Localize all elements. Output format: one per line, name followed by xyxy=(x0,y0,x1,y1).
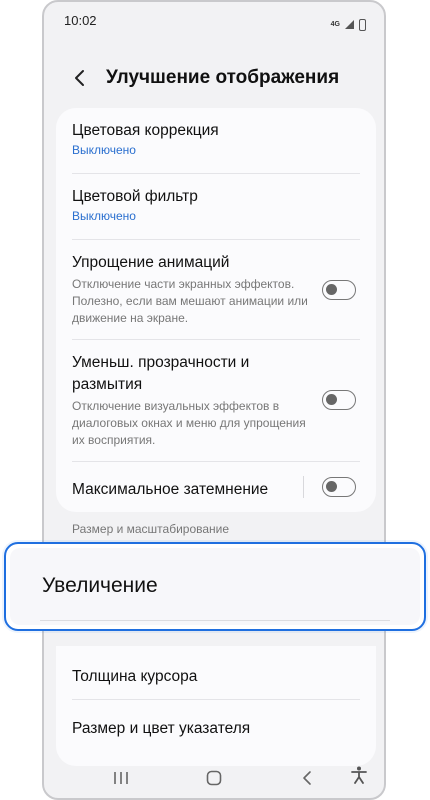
divider xyxy=(40,620,390,621)
item-status: Выключено xyxy=(72,143,136,157)
status-icons: 4G xyxy=(331,13,366,36)
item-title: Цветовая коррекция xyxy=(72,122,219,139)
navigation-bar xyxy=(44,758,384,798)
cursor-thickness-item[interactable]: Толщина курсора xyxy=(56,646,376,700)
extra-dim-toggle[interactable] xyxy=(322,477,356,497)
magnification-label: Увеличение xyxy=(42,574,158,597)
battery-icon xyxy=(359,18,366,31)
color-correction-item[interactable]: Цветовая коррекция Выключено xyxy=(56,108,376,174)
section-header: Размер и масштабирование xyxy=(72,522,230,536)
item-description: Отключение визуальных эффектов в диалого… xyxy=(72,399,306,447)
magnification-item-highlight[interactable]: Увеличение xyxy=(4,542,426,631)
recents-icon[interactable] xyxy=(106,763,136,793)
status-bar: 10:02 4G xyxy=(44,2,384,36)
signal-icon xyxy=(345,20,354,29)
reduce-transparency-toggle[interactable] xyxy=(322,390,356,410)
page-header: Улучшение отображения xyxy=(44,60,384,96)
item-title: Цветовой фильтр xyxy=(72,188,198,205)
home-icon[interactable] xyxy=(199,763,229,793)
item-title: Максимальное затемнение xyxy=(72,481,269,498)
extra-dim-item[interactable]: Максимальное затемнение xyxy=(56,462,376,512)
size-zoom-card: Толщина курсора Размер и цвет указателя xyxy=(56,646,376,766)
accessibility-icon[interactable] xyxy=(344,760,374,790)
reduce-transparency-item[interactable]: Уменьш. прозрачности и размытия Отключен… xyxy=(56,340,376,462)
nav-back-icon[interactable] xyxy=(292,763,322,793)
settings-card: Цветовая коррекция Выключено Цветовой фи… xyxy=(56,108,376,512)
phone-frame: 10:02 4G Улучшение отображения Цветовая … xyxy=(42,0,386,800)
reduce-animations-toggle[interactable] xyxy=(322,280,356,300)
color-filter-item[interactable]: Цветовой фильтр Выключено xyxy=(56,174,376,240)
status-time: 10:02 xyxy=(64,13,97,28)
item-status: Выключено xyxy=(72,209,136,223)
item-description: Отключение части экранных эффектов. Поле… xyxy=(72,277,308,325)
page-title: Улучшение отображения xyxy=(106,67,340,88)
item-title: Толщина курсора xyxy=(72,668,198,685)
item-title: Размер и цвет указателя xyxy=(72,720,251,737)
network-type: 4G xyxy=(330,21,340,28)
reduce-animations-item[interactable]: Упрощение анимаций Отключение части экра… xyxy=(56,240,376,340)
chevron-left-icon[interactable] xyxy=(66,64,94,92)
pointer-size-color-item[interactable]: Размер и цвет указателя xyxy=(56,700,376,754)
vertical-separator xyxy=(303,476,304,498)
item-title: Уменьш. прозрачности и размытия xyxy=(72,354,250,393)
item-title: Упрощение анимаций xyxy=(72,254,230,271)
